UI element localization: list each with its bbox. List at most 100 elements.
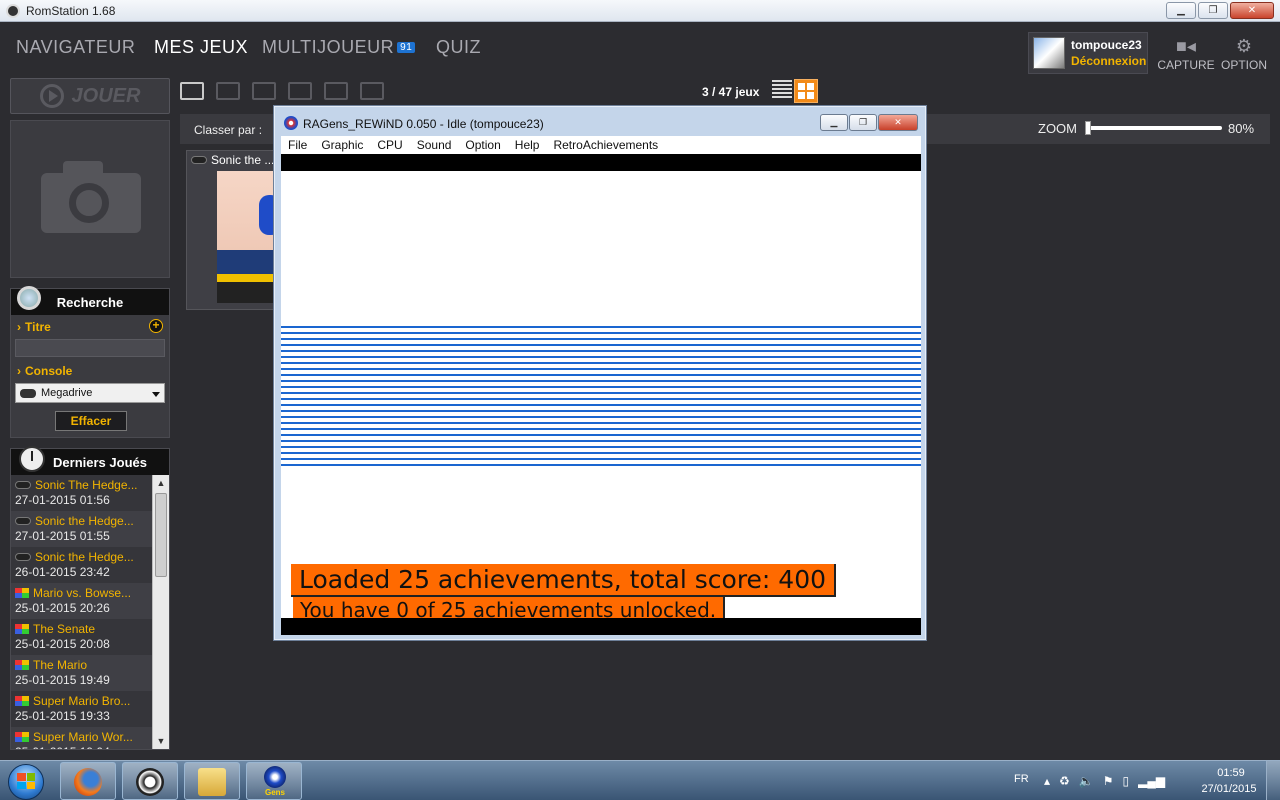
recent-game-name: Sonic the Hedge... (15, 548, 149, 565)
list-item[interactable]: Super Mario Wor...25-01-2015 19:04 (11, 727, 153, 749)
window-controls: ▁ ❐ ✕ (1166, 2, 1274, 19)
recent-game-title: Super Mario Bro... (33, 693, 131, 708)
game-screen[interactable]: Loaded 25 achievements, total score: 400… (281, 154, 921, 635)
action-center-icon[interactable]: ⚑ (1103, 774, 1114, 788)
gens-label: Gens (265, 788, 286, 797)
nav-multijoueur-label: MULTIJOUEUR (262, 37, 395, 57)
emulator-titlebar: RAGens_REWiND 0.050 - Idle (tompouce23) … (274, 106, 926, 136)
recent-game-date: 26-01-2015 23:42 (15, 565, 110, 579)
romstation-icon (136, 768, 164, 796)
edit-document-icon[interactable] (360, 78, 386, 102)
folder-move-icon[interactable] (252, 78, 278, 102)
emulator-maximize-button[interactable]: ❐ (849, 114, 877, 131)
list-item[interactable]: Sonic the Hedge... 27-01-2015 01:55 (11, 511, 153, 547)
nav-multijoueur[interactable]: MULTIJOUEUR 91 (262, 37, 416, 58)
add-criteria-button[interactable]: + (149, 319, 163, 333)
menu-file[interactable]: File (281, 136, 314, 154)
recent-game-name: Super Mario Wor... (15, 728, 149, 745)
list-item[interactable]: Super Mario Bro... 25-01-2015 19:33 (11, 691, 153, 727)
top-navigation: NAVIGATEUR MES JEUX MULTIJOUEUR 91 QUIZ t… (0, 22, 1280, 74)
logout-link[interactable]: Déconnexion (1071, 54, 1146, 68)
grid-view-icon[interactable] (794, 79, 818, 103)
nav-mes-jeux[interactable]: MES JEUX (154, 37, 248, 58)
snes-icon (15, 623, 29, 634)
menu-cpu[interactable]: CPU (370, 136, 409, 154)
multiplayer-icon[interactable] (324, 78, 350, 102)
play-label: JOUER (71, 84, 141, 107)
folder-icon[interactable] (216, 78, 242, 102)
capture-label: CAPTURE (1157, 58, 1215, 72)
taskbar-romstation[interactable] (122, 762, 178, 800)
taskbar-explorer[interactable] (184, 762, 240, 800)
close-button[interactable]: ✕ (1230, 2, 1274, 19)
show-desktop-button[interactable] (1266, 761, 1280, 800)
game-card-title-text: Sonic the ... (211, 153, 275, 167)
user-box: tompouce23 Déconnexion (1028, 32, 1148, 74)
clock-date[interactable]: 27/01/2015 (1194, 783, 1264, 795)
taskbar-firefox[interactable] (60, 762, 116, 800)
folder-remove-icon[interactable] (288, 78, 314, 102)
taskbar-gens[interactable]: Gens (246, 762, 302, 800)
volume-icon[interactable]: 🔈 (1079, 774, 1094, 788)
game-card-title: Sonic the ... (191, 153, 274, 167)
cover-preview (10, 120, 170, 278)
nav-navigateur[interactable]: NAVIGATEUR (16, 37, 135, 58)
signal-icon[interactable]: ▂▄▆ (1138, 774, 1165, 788)
megadrive-icon (15, 552, 31, 561)
menu-retroachievements[interactable]: RetroAchievements (546, 136, 665, 154)
scroll-up-icon[interactable]: ▲ (153, 475, 169, 491)
app-titlebar: RomStation 1.68 ▁ ❐ ✕ (0, 0, 1280, 22)
snes-icon (15, 731, 29, 742)
title-search-input[interactable] (15, 339, 165, 357)
megadrive-icon (15, 480, 31, 489)
zoom-slider[interactable] (1088, 126, 1222, 130)
nav-quiz[interactable]: QUIZ (436, 37, 481, 58)
library-toolbar (180, 78, 386, 102)
app-title: RomStation 1.68 (26, 4, 116, 18)
clock-time[interactable]: 01:59 (1206, 767, 1256, 779)
zoom-value: 80% (1228, 121, 1255, 136)
zoom-label: ZOOM (1038, 121, 1077, 136)
maximize-button[interactable]: ❐ (1198, 2, 1228, 19)
language-indicator[interactable]: FR (1014, 773, 1029, 785)
minimize-button[interactable]: ▁ (1166, 2, 1196, 19)
megadrive-icon (15, 516, 31, 525)
option-button[interactable]: ⚙ OPTION (1214, 36, 1274, 72)
recent-game-title: Sonic the Hedge... (35, 549, 134, 564)
emulator-minimize-button[interactable]: ▁ (820, 114, 848, 131)
title-label: Titre (17, 320, 51, 334)
list-item[interactable]: Sonic the Hedge... 26-01-2015 23:42 (11, 547, 153, 583)
zoom-slider-handle[interactable] (1085, 121, 1091, 135)
recent-game-name: Mario vs. Bowse... (15, 584, 149, 601)
list-view-icon[interactable] (772, 80, 792, 100)
list-item[interactable]: The Mario 25-01-2015 19:49 (11, 655, 153, 691)
snes-icon (15, 695, 29, 706)
emulator-close-button[interactable]: ✕ (878, 114, 918, 131)
menu-option[interactable]: Option (458, 136, 507, 154)
username: tompouce23 (1071, 38, 1142, 52)
game-card[interactable]: Sonic the ... (186, 150, 286, 310)
show-hidden-icons-icon[interactable]: ▴ (1044, 774, 1050, 788)
list-item[interactable]: Sonic The Hedge... 27-01-2015 01:56 (11, 475, 153, 511)
recent-scrollbar[interactable]: ▲ ▼ (152, 475, 169, 749)
scroll-thumb[interactable] (155, 493, 167, 577)
menu-help[interactable]: Help (508, 136, 547, 154)
clear-button[interactable]: Effacer (55, 411, 127, 431)
recent-game-title: The Senate (33, 621, 96, 636)
play-icon (39, 84, 64, 108)
scroll-down-icon[interactable]: ▼ (153, 733, 169, 749)
multiplayer-count-badge: 91 (397, 42, 416, 53)
power-icon[interactable]: ▯ (1123, 774, 1130, 788)
start-button[interactable] (2, 762, 52, 800)
menu-graphic[interactable]: Graphic (314, 136, 370, 154)
list-item[interactable]: The Senate 25-01-2015 20:08 (11, 619, 153, 655)
recent-game-title: Super Mario Wor... (33, 729, 133, 744)
menu-sound[interactable]: Sound (410, 136, 459, 154)
capture-button[interactable]: ■◂ CAPTURE (1156, 36, 1216, 72)
console-label: Console (17, 364, 72, 378)
console-select[interactable]: Megadrive (15, 383, 165, 403)
play-button[interactable]: JOUER (10, 78, 170, 114)
add-folder-icon[interactable] (180, 78, 206, 102)
list-item[interactable]: Mario vs. Bowse... 25-01-2015 20:26 (11, 583, 153, 619)
network-sharing-icon[interactable]: ♻ (1059, 774, 1070, 788)
